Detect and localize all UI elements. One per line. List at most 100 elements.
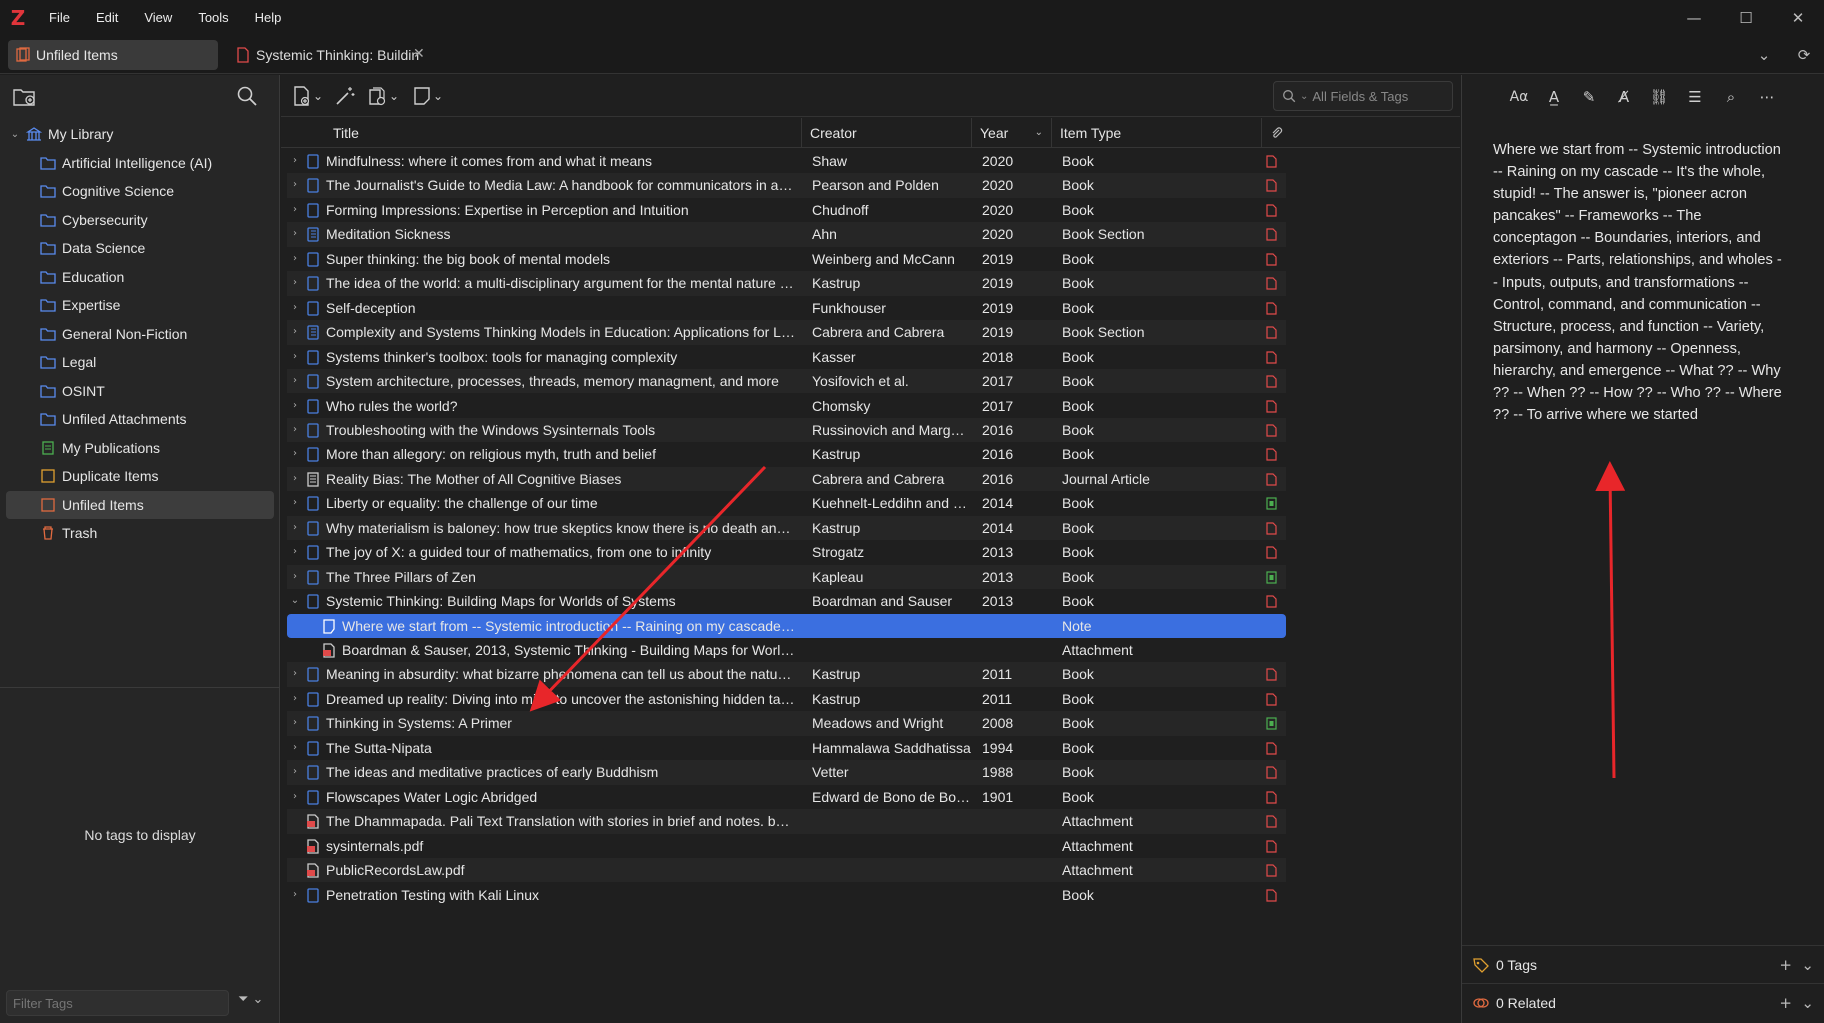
tree-item-collection[interactable]: Data Science bbox=[0, 234, 280, 263]
item-row[interactable]: › Thinking in Systems: A Primer Meadows an… bbox=[287, 711, 1286, 736]
tree-item-collection[interactable]: Expertise bbox=[0, 291, 280, 320]
item-row[interactable]: › Reality Bias: The Mother of All Cogniti… bbox=[287, 466, 1286, 492]
pdf-attachment-icon[interactable] bbox=[1266, 375, 1277, 388]
item-row[interactable]: › Who rules the world? Chomsky 2017 Book bbox=[287, 394, 1286, 418]
menu-tools[interactable]: Tools bbox=[185, 0, 241, 36]
tree-item-duplicate-items[interactable]: Duplicate Items bbox=[0, 462, 280, 491]
items-search-field[interactable]: ⌄ All Fields & Tags bbox=[1273, 81, 1453, 111]
tree-item-collection[interactable]: Artificial Intelligence (AI) bbox=[0, 149, 280, 178]
tree-item-collection[interactable]: OSINT bbox=[0, 377, 280, 406]
epub-attachment-icon[interactable] bbox=[1266, 571, 1277, 584]
pdf-attachment-icon[interactable] bbox=[1266, 155, 1277, 168]
new-note-button[interactable]: ⌄ bbox=[413, 84, 443, 108]
chevron-right-icon[interactable]: › bbox=[287, 516, 303, 540]
chevron-down-icon[interactable]: ⌄ bbox=[1300, 91, 1308, 102]
item-row[interactable]: › More than allegory: on religious myth, … bbox=[287, 442, 1286, 466]
tab-library[interactable]: Unfiled Items bbox=[8, 40, 218, 70]
item-row[interactable]: › Liberty or equality: the challenge of o… bbox=[287, 491, 1286, 515]
highlight-icon[interactable]: ✎ bbox=[1576, 85, 1602, 109]
item-row[interactable]: › The Journalist's Guide to Media Law: A … bbox=[287, 173, 1286, 198]
tree-item-collection[interactable]: Education bbox=[0, 263, 280, 292]
close-button[interactable]: ✕ bbox=[1772, 0, 1824, 36]
pdf-attachment-icon[interactable] bbox=[1266, 399, 1277, 413]
tag-selector-divider[interactable] bbox=[0, 687, 280, 688]
add-by-identifier-button[interactable] bbox=[335, 84, 355, 108]
item-row[interactable]: › Super thinking: the big book of mental … bbox=[287, 247, 1286, 271]
column-attachments[interactable] bbox=[1262, 118, 1287, 148]
menu-help[interactable]: Help bbox=[242, 0, 295, 36]
chevron-right-icon[interactable]: › bbox=[287, 687, 303, 711]
item-row[interactable]: › Forming Impressions: Expertise in Perce… bbox=[287, 198, 1286, 222]
pdf-attachment-icon[interactable] bbox=[1266, 668, 1277, 682]
chevron-right-icon[interactable]: › bbox=[287, 222, 303, 246]
tags-box[interactable]: 0 Tags + ⌄ bbox=[1462, 945, 1824, 983]
link-icon[interactable]: ⛓ bbox=[1646, 85, 1672, 109]
maximize-button[interactable]: ☐ bbox=[1720, 0, 1772, 36]
tree-item-trash[interactable]: Trash bbox=[0, 519, 280, 548]
item-row[interactable]: PublicRecordsLaw.pdf Attachment bbox=[287, 858, 1286, 883]
clear-format-icon[interactable]: A̸ bbox=[1611, 85, 1637, 109]
epub-attachment-icon[interactable] bbox=[1266, 497, 1277, 510]
chevron-right-icon[interactable]: › bbox=[287, 491, 303, 515]
pdf-attachment-icon[interactable] bbox=[1266, 277, 1277, 290]
item-row[interactable]: › Penetration Testing with Kali Linux Book bbox=[287, 883, 1286, 907]
column-title[interactable]: Title bbox=[325, 118, 802, 148]
find-icon[interactable]: ⌕ bbox=[1718, 85, 1744, 109]
pdf-attachment-icon[interactable] bbox=[1266, 448, 1277, 461]
pdf-attachment-icon[interactable] bbox=[1266, 204, 1277, 217]
item-row[interactable]: ⌄ Systemic Thinking: Building Maps for Wo… bbox=[287, 589, 1286, 613]
item-row[interactable]: sysinternals.pdf Attachment bbox=[287, 834, 1286, 858]
sync-icon[interactable]: ⟳ bbox=[1784, 36, 1824, 74]
chevron-right-icon[interactable]: › bbox=[287, 442, 303, 466]
chevron-right-icon[interactable]: › bbox=[287, 883, 303, 907]
tree-item-collection[interactable]: Cybersecurity bbox=[0, 206, 280, 235]
tab-list-icon[interactable]: ⌄ bbox=[1744, 36, 1784, 74]
text-color-icon[interactable]: A̲ bbox=[1541, 85, 1567, 109]
item-row[interactable]: › Systems thinker's toolbox: tools for ma… bbox=[287, 345, 1286, 369]
item-row[interactable]: › The ideas and meditative practices of e… bbox=[287, 760, 1286, 785]
filter-tags-input[interactable] bbox=[6, 990, 229, 1016]
chevron-right-icon[interactable]: › bbox=[287, 711, 303, 735]
add-related-icon[interactable]: + ⌄ bbox=[1779, 994, 1814, 1012]
search-icon[interactable] bbox=[235, 84, 259, 108]
pdf-attachment-icon[interactable] bbox=[1266, 473, 1277, 486]
pdf-attachment-icon[interactable] bbox=[1266, 742, 1277, 755]
pdf-attachment-icon[interactable] bbox=[1266, 350, 1277, 364]
text-format-icon[interactable]: Aα bbox=[1506, 85, 1532, 109]
item-row[interactable]: › Self-deception Funkhouser 2019 Book bbox=[287, 296, 1286, 320]
chevron-right-icon[interactable]: › bbox=[287, 247, 303, 271]
chevron-right-icon[interactable]: › bbox=[287, 394, 303, 418]
tab-close-icon[interactable]: ✕ bbox=[413, 46, 425, 62]
pdf-attachment-icon[interactable] bbox=[1266, 253, 1277, 266]
item-row[interactable]: The Dhammapada. Pali Text Translation wi… bbox=[287, 809, 1286, 834]
note-body[interactable]: Where we start from -- Systemic introduc… bbox=[1493, 139, 1785, 426]
chevron-right-icon[interactable]: › bbox=[287, 345, 303, 369]
tab-reader[interactable]: Systemic Thinking: Buildin bbox=[228, 40, 428, 70]
chevron-right-icon[interactable]: › bbox=[287, 369, 303, 393]
item-row[interactable]: › The idea of the world: a multi-discipli… bbox=[287, 271, 1286, 296]
pdf-attachment-icon[interactable] bbox=[1266, 864, 1277, 877]
tree-item-collection[interactable]: Unfiled Attachments bbox=[0, 405, 280, 434]
chevron-right-icon[interactable]: › bbox=[287, 320, 303, 344]
chevron-down-icon[interactable]: ⌄ bbox=[287, 589, 303, 613]
column-creator[interactable]: Creator bbox=[802, 118, 972, 148]
tree-item-my-publications[interactable]: My Publications bbox=[0, 434, 280, 463]
citation-icon[interactable]: ☰ bbox=[1682, 85, 1708, 109]
tag-filter-icon[interactable]: ⏷ ⌄ bbox=[238, 992, 272, 1014]
tree-item-collection[interactable]: Cognitive Science bbox=[0, 177, 280, 206]
chevron-right-icon[interactable]: › bbox=[287, 271, 303, 295]
item-row[interactable]: › The Three Pillars of Zen Kapleau 2013 Book bbox=[287, 564, 1286, 590]
item-row[interactable]: › Flowscapes Water Logic Abridged Edward d… bbox=[287, 785, 1286, 809]
pdf-attachment-icon[interactable] bbox=[1266, 522, 1277, 535]
pdf-attachment-icon[interactable] bbox=[1266, 766, 1277, 779]
chevron-right-icon[interactable]: › bbox=[287, 149, 303, 173]
item-row[interactable]: › Meaning in absurdity: what bizarre phen… bbox=[287, 662, 1286, 687]
column-item-type[interactable]: Item Type bbox=[1052, 118, 1262, 148]
add-tag-icon[interactable]: + ⌄ bbox=[1779, 956, 1814, 974]
new-collection-icon[interactable] bbox=[12, 85, 36, 107]
menu-edit[interactable]: Edit bbox=[83, 0, 131, 36]
new-item-button[interactable]: ⌄ bbox=[293, 84, 323, 108]
related-box[interactable]: 0 Related + ⌄ bbox=[1462, 983, 1824, 1021]
tree-item-collection[interactable]: Legal bbox=[0, 348, 280, 377]
chevron-right-icon[interactable]: › bbox=[287, 198, 303, 222]
